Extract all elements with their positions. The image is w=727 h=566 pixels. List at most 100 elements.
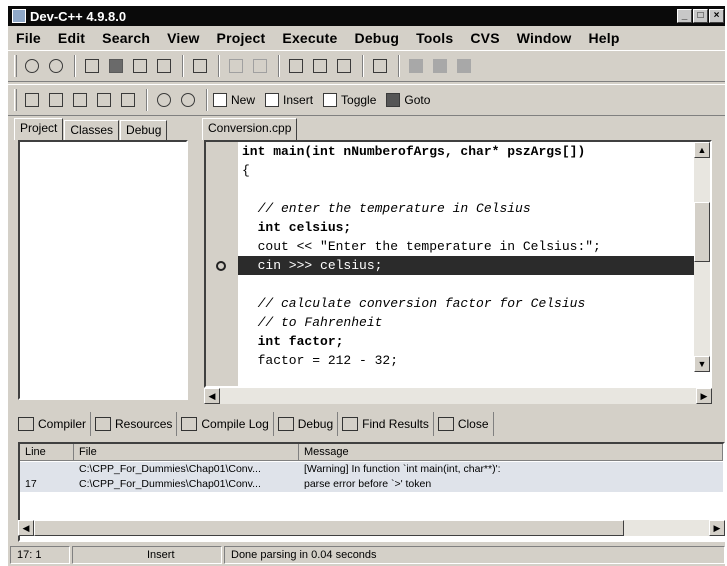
help-button[interactable] bbox=[153, 89, 175, 111]
menu-edit[interactable]: Edit bbox=[58, 30, 85, 46]
replace-button[interactable] bbox=[309, 55, 331, 77]
close-project-icon bbox=[49, 59, 63, 73]
compile-button[interactable] bbox=[21, 89, 43, 111]
status-message: Done parsing in 0.04 seconds bbox=[224, 546, 725, 564]
column-header-file[interactable]: File bbox=[74, 444, 299, 460]
new-button[interactable]: New bbox=[213, 89, 255, 111]
code-editor[interactable]: int main(int nNumberofArgs, char* pszArg… bbox=[204, 140, 712, 388]
menu-cvs[interactable]: CVS bbox=[470, 30, 499, 46]
minimize-button[interactable]: _ bbox=[677, 9, 692, 23]
tab-find-results[interactable]: Find Results bbox=[338, 412, 434, 436]
close-project-button[interactable] bbox=[45, 55, 67, 77]
output-tabs: Compiler Resources Compile Log Debug Fin… bbox=[14, 410, 494, 438]
app-icon bbox=[12, 9, 26, 23]
menu-search[interactable]: Search bbox=[102, 30, 150, 46]
scroll-thumb[interactable] bbox=[694, 202, 710, 262]
table-row[interactable]: C:\CPP_For_Dummies\Chap01\Conv... [Warni… bbox=[20, 462, 723, 477]
find-icon bbox=[289, 59, 303, 73]
tab-conversion-cpp[interactable]: Conversion.cpp bbox=[202, 118, 298, 140]
editor-gutter[interactable] bbox=[206, 142, 238, 386]
debug-check-icon bbox=[277, 417, 294, 431]
tab-close[interactable]: Close bbox=[434, 412, 494, 436]
insert-button[interactable]: Insert bbox=[265, 89, 313, 111]
row-line: 17 bbox=[25, 478, 37, 490]
compile-run-button[interactable] bbox=[69, 89, 91, 111]
code-area[interactable]: int main(int nNumberofArgs, char* pszArg… bbox=[238, 142, 710, 386]
check-button[interactable] bbox=[117, 89, 139, 111]
row-line bbox=[20, 462, 74, 477]
menu-tools[interactable]: Tools bbox=[416, 30, 453, 46]
rebuild-button[interactable] bbox=[93, 89, 115, 111]
column-header-message[interactable]: Message bbox=[299, 444, 723, 460]
check-icon bbox=[121, 93, 135, 107]
find-next-button[interactable] bbox=[333, 55, 355, 77]
tab-compiler[interactable]: Compiler bbox=[14, 412, 92, 436]
save-button[interactable] bbox=[129, 55, 151, 77]
editor-horizontal-scrollbar[interactable]: ◀ ▶ bbox=[204, 388, 712, 404]
toolbar-separator bbox=[74, 55, 76, 77]
messages-horizontal-scrollbar[interactable]: ◀ ▶ bbox=[18, 520, 725, 536]
toolbar-grip[interactable] bbox=[14, 89, 17, 111]
scroll-left-icon[interactable]: ◀ bbox=[18, 520, 34, 536]
code-line: // enter the temperature in Celsius bbox=[242, 201, 531, 216]
compile-icon bbox=[25, 93, 39, 107]
save-icon bbox=[133, 59, 147, 73]
new-file-button[interactable] bbox=[81, 55, 103, 77]
tab-label: Compiler bbox=[38, 417, 87, 431]
tab-compile-log[interactable]: Compile Log bbox=[177, 412, 274, 436]
secondary-toolbar: New Insert Toggle Goto bbox=[8, 84, 725, 116]
scroll-right-icon[interactable]: ▶ bbox=[709, 520, 725, 536]
back-button[interactable] bbox=[405, 55, 427, 77]
scroll-down-icon[interactable]: ▼ bbox=[694, 356, 710, 372]
find-results-icon bbox=[342, 417, 359, 431]
scroll-right-icon[interactable]: ▶ bbox=[696, 388, 712, 404]
error-marker-icon[interactable] bbox=[216, 261, 226, 271]
tab-debug[interactable]: Debug bbox=[120, 120, 168, 140]
menu-window[interactable]: Window bbox=[517, 30, 572, 46]
menu-file[interactable]: File bbox=[16, 30, 41, 46]
save-all-button[interactable] bbox=[153, 55, 175, 77]
code-line: // calculate conversion factor for Celsi… bbox=[242, 296, 586, 311]
menu-view[interactable]: View bbox=[167, 30, 199, 46]
column-header-line[interactable]: Line bbox=[20, 444, 74, 460]
code-line: int celsius; bbox=[242, 220, 352, 235]
left-panel-tabs: Project Classes Debug bbox=[14, 118, 168, 140]
maximize-button[interactable]: □ bbox=[693, 9, 708, 23]
scroll-up-icon[interactable]: ▲ bbox=[694, 142, 710, 158]
close-button[interactable]: × bbox=[709, 9, 724, 23]
find-button[interactable] bbox=[285, 55, 307, 77]
editor-vertical-scrollbar[interactable]: ▲ ▼ bbox=[694, 142, 710, 372]
forward-button[interactable] bbox=[429, 55, 451, 77]
toggle-icon bbox=[323, 93, 338, 107]
menu-execute[interactable]: Execute bbox=[282, 30, 337, 46]
print-button[interactable] bbox=[189, 55, 211, 77]
menu-help[interactable]: Help bbox=[589, 30, 620, 46]
tab-classes[interactable]: Classes bbox=[64, 120, 120, 140]
project-browser[interactable] bbox=[18, 140, 188, 400]
open-project-button[interactable] bbox=[21, 55, 43, 77]
tab-debug-output[interactable]: Debug bbox=[274, 412, 339, 436]
goto-line-button[interactable] bbox=[369, 55, 391, 77]
open-file-button[interactable] bbox=[105, 55, 127, 77]
goto-button[interactable]: Goto bbox=[386, 89, 430, 111]
shield-button[interactable] bbox=[453, 55, 475, 77]
redo-button[interactable] bbox=[249, 55, 271, 77]
edit-mode: Insert bbox=[72, 546, 222, 564]
menu-project[interactable]: Project bbox=[217, 30, 266, 46]
run-button[interactable] bbox=[45, 89, 67, 111]
menu-debug[interactable]: Debug bbox=[355, 30, 400, 46]
scroll-left-icon[interactable]: ◀ bbox=[204, 388, 220, 404]
compile-log-icon bbox=[181, 417, 198, 431]
table-row[interactable]: 17 C:\CPP_For_Dummies\Chap01\Conv... par… bbox=[20, 477, 723, 492]
open-file-icon bbox=[109, 59, 123, 73]
undo-button[interactable] bbox=[225, 55, 247, 77]
about-icon bbox=[181, 93, 195, 107]
toolbar-grip[interactable] bbox=[14, 55, 17, 77]
about-button[interactable] bbox=[177, 89, 199, 111]
tab-project[interactable]: Project bbox=[14, 118, 64, 140]
scroll-thumb[interactable] bbox=[34, 520, 624, 536]
tab-resources[interactable]: Resources bbox=[91, 412, 178, 436]
toggle-button[interactable]: Toggle bbox=[323, 89, 376, 111]
tab-label: Find Results bbox=[362, 417, 429, 431]
toggle-label: Toggle bbox=[341, 93, 377, 107]
